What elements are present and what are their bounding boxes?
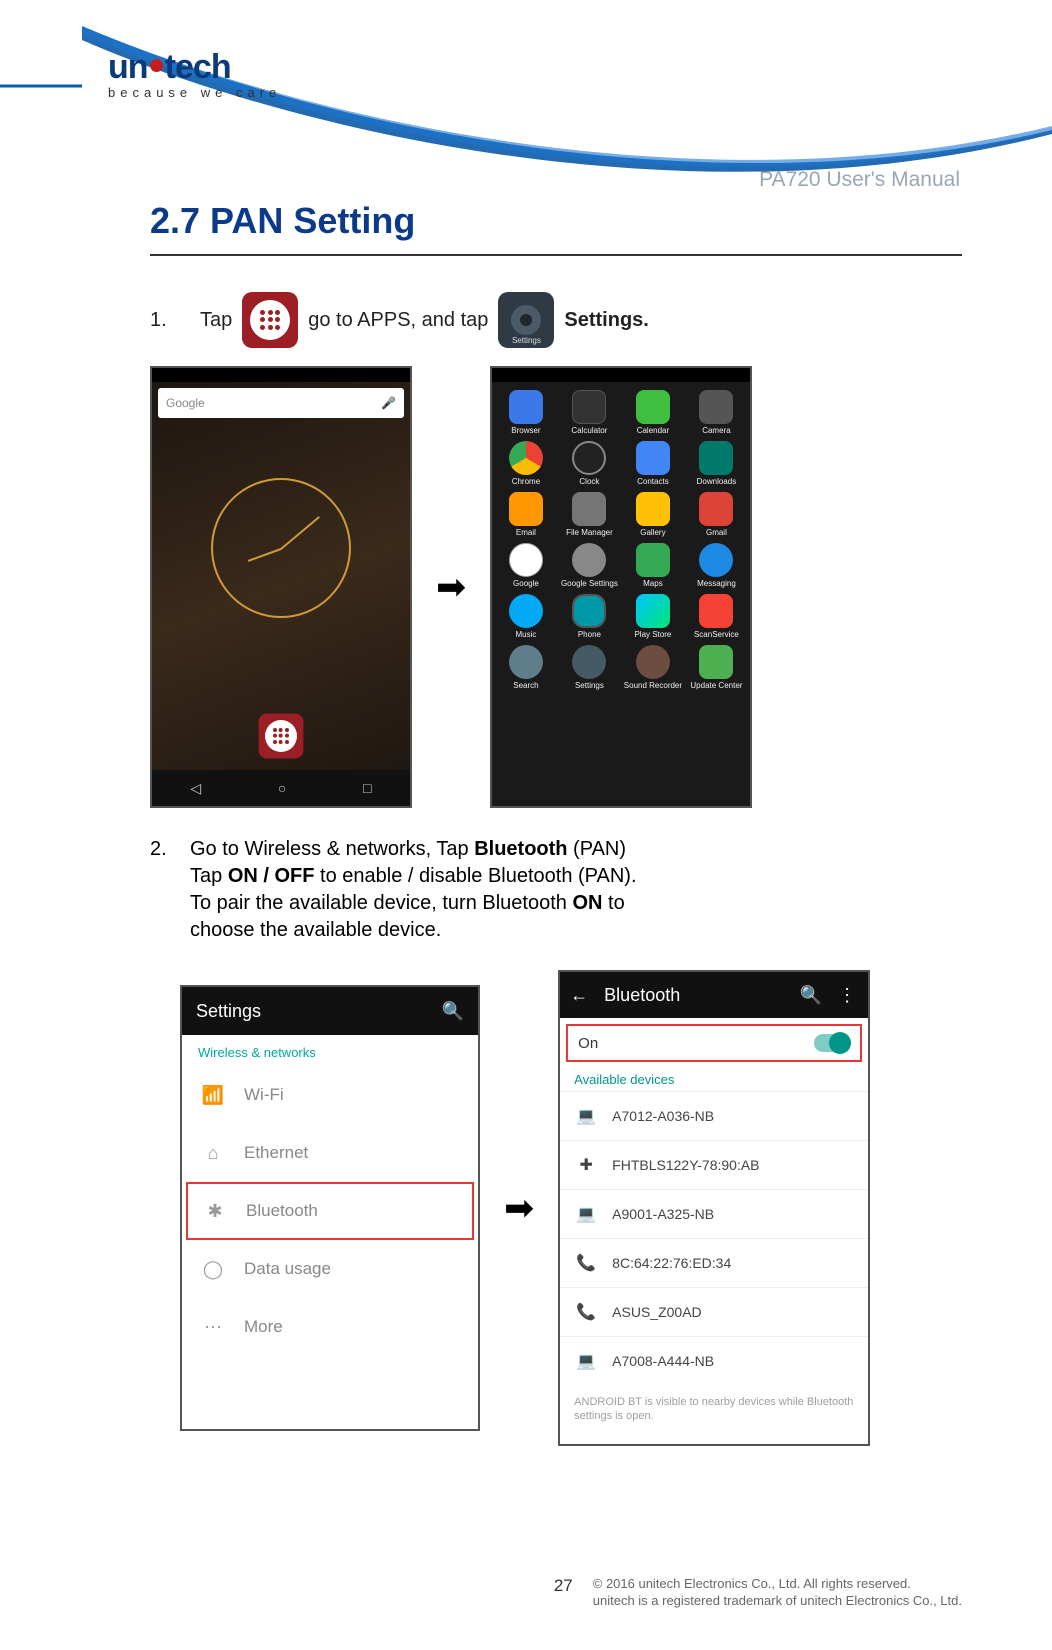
- nav-recent-icon: □: [363, 780, 371, 796]
- app-settings: Settings: [560, 645, 620, 690]
- screenshot-bluetooth: ← Bluetooth 🔍 ⋮ On Available devices 💻A7…: [558, 970, 870, 1446]
- bt-device: 📞ASUS_Z00AD: [560, 1287, 868, 1336]
- screenshot-row-2: Settings 🔍 Wireless & networks 📶Wi-Fi⌂Et…: [180, 970, 962, 1446]
- app-chrome: Chrome: [496, 441, 556, 486]
- bluetooth-icon: ✱: [204, 1200, 226, 1222]
- apps-drawer-icon: [242, 292, 298, 348]
- clock-widget: [211, 478, 351, 618]
- app-clock: Clock: [560, 441, 620, 486]
- wi-fi-icon: 📶: [202, 1084, 224, 1106]
- app-browser: Browser: [496, 390, 556, 435]
- logo: un●tech because we care: [108, 48, 281, 100]
- device-type-icon: 💻: [576, 1106, 596, 1126]
- ethernet-icon: ⌂: [202, 1142, 224, 1164]
- arrow-right-icon: ➡: [504, 1187, 534, 1229]
- bluetooth-toggle-row: On: [566, 1024, 862, 1062]
- settings-item-wi-fi: 📶Wi-Fi: [182, 1066, 478, 1124]
- app-sound-recorder: Sound Recorder: [623, 645, 683, 690]
- bluetooth-title: Bluetooth: [604, 985, 680, 1006]
- app-maps: Maps: [623, 543, 683, 588]
- bt-device: ✚FHTBLS122Y-78:90:AB: [560, 1140, 868, 1189]
- settings-item-data-usage: ◯Data usage: [182, 1240, 478, 1298]
- screenshot-home: Google 🎤 ◁ ○ □: [150, 366, 412, 808]
- google-search-bar: Google 🎤: [158, 388, 404, 418]
- device-type-icon: 📞: [576, 1302, 596, 1322]
- step-2: 2.Go to Wireless & networks, Tap Bluetoo…: [150, 836, 962, 944]
- toggle-on-icon: [814, 1034, 850, 1052]
- app-contacts: Contacts: [623, 441, 683, 486]
- section-rule: [150, 254, 962, 256]
- arrow-right-icon: ➡: [436, 566, 466, 608]
- app-play-store: Play Store: [623, 594, 683, 639]
- app-messaging: Messaging: [687, 543, 747, 588]
- menu-icon: ⋮: [838, 985, 856, 1006]
- copyright-line-1: © 2016 unitech Electronics Co., Ltd. All…: [593, 1576, 911, 1591]
- app-gallery: Gallery: [623, 492, 683, 537]
- settings-item-ethernet: ⌂Ethernet: [182, 1124, 478, 1182]
- app-google-settings: Google Settings: [560, 543, 620, 588]
- bt-device: 💻A9001-A325-NB: [560, 1189, 868, 1238]
- nav-home-icon: ○: [278, 780, 286, 796]
- search-icon: 🔍: [442, 1001, 464, 1022]
- device-type-icon: ✚: [576, 1155, 596, 1175]
- settings-section-header: Wireless & networks: [182, 1035, 478, 1066]
- bt-device: 💻A7008-A444-NB: [560, 1336, 868, 1385]
- app-phone: Phone: [560, 594, 620, 639]
- back-icon: ←: [570, 985, 588, 1006]
- app-camera: Camera: [687, 390, 747, 435]
- page-number: 27: [554, 1576, 573, 1596]
- device-type-icon: 📞: [576, 1253, 596, 1273]
- app-email: Email: [496, 492, 556, 537]
- step-1: 1. Tap go to APPS, and tap Settings Sett…: [150, 292, 962, 348]
- settings-icon: Settings: [498, 292, 554, 348]
- app-google: Google: [496, 543, 556, 588]
- available-devices-header: Available devices: [560, 1064, 868, 1091]
- settings-item-bluetooth: ✱Bluetooth: [186, 1182, 474, 1240]
- app-file-manager: File Manager: [560, 492, 620, 537]
- data usage-icon: ◯: [202, 1258, 224, 1280]
- app-scanservice: ScanService: [687, 594, 747, 639]
- device-type-icon: 💻: [576, 1204, 596, 1224]
- device-type-icon: 💻: [576, 1351, 596, 1371]
- bluetooth-visibility-note: ANDROID BT is visible to nearby devices …: [560, 1385, 868, 1434]
- app-calendar: Calendar: [623, 390, 683, 435]
- more-icon: ⋯: [202, 1316, 224, 1338]
- page-footer: 27 © 2016 unitech Electronics Co., Ltd. …: [0, 1576, 962, 1610]
- app-update-center: Update Center: [687, 645, 747, 690]
- screenshot-app-drawer: BrowserCalculatorCalendarCamera ChromeClo…: [490, 366, 752, 808]
- screenshot-settings: Settings 🔍 Wireless & networks 📶Wi-Fi⌂Et…: [180, 985, 480, 1431]
- copyright-line-2: unitech is a registered trademark of uni…: [593, 1593, 962, 1608]
- nav-back-icon: ◁: [190, 780, 201, 797]
- app-gmail: Gmail: [687, 492, 747, 537]
- app-music: Music: [496, 594, 556, 639]
- screenshot-row-1: Google 🎤 ◁ ○ □ ➡: [150, 366, 962, 808]
- app-search: Search: [496, 645, 556, 690]
- logo-tagline: because we care: [108, 85, 281, 100]
- section-heading: 2.7 PAN Setting: [150, 200, 962, 242]
- bt-device: 📞8C:64:22:76:ED:34: [560, 1238, 868, 1287]
- document-title: PA720 User's Manual: [759, 168, 960, 192]
- bt-device: 💻A7012-A036-NB: [560, 1091, 868, 1140]
- search-icon: 🔍: [800, 985, 822, 1006]
- app-downloads: Downloads: [687, 441, 747, 486]
- app-calculator: Calculator: [560, 390, 620, 435]
- settings-title: Settings: [196, 1001, 261, 1022]
- settings-item-more: ⋯More: [182, 1298, 478, 1356]
